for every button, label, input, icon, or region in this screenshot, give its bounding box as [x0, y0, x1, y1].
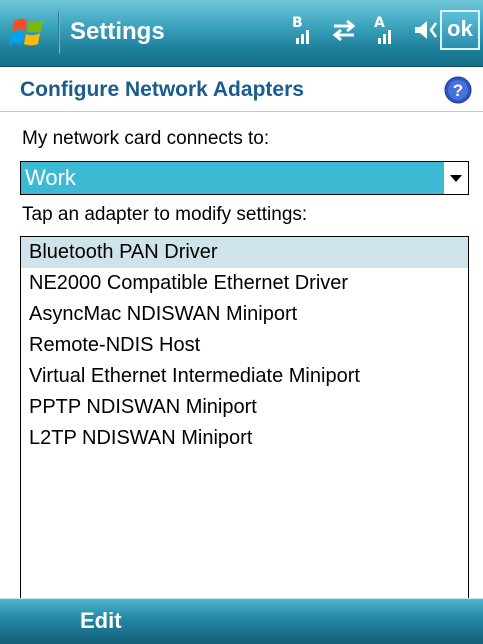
list-item[interactable]: Remote-NDIS Host	[21, 330, 468, 361]
list-item[interactable]: L2TP NDISWAN Miniport	[21, 423, 468, 454]
sync-arrows-icon[interactable]	[330, 16, 358, 49]
bluetooth-signal-icon[interactable]: B	[290, 14, 316, 51]
list-item[interactable]: Virtual Ethernet Intermediate Miniport	[21, 361, 468, 392]
windows-start-icon[interactable]	[8, 12, 50, 54]
svg-text:B: B	[292, 15, 303, 31]
title-bar: Settings B A ok	[0, 0, 483, 67]
softkey-bar: Edit	[0, 598, 483, 644]
list-item[interactable]: NE2000 Compatible Ethernet Driver	[21, 268, 468, 299]
volume-icon[interactable]	[412, 16, 442, 49]
app-title: Settings	[70, 18, 165, 45]
list-item[interactable]: Bluetooth PAN Driver	[21, 237, 468, 268]
adapter-list[interactable]: Bluetooth PAN Driver NE2000 Compatible E…	[20, 236, 469, 607]
network-selected-value[interactable]: Work	[21, 162, 444, 194]
heading-divider	[0, 111, 483, 112]
signal-icon[interactable]: A	[372, 14, 398, 51]
list-item[interactable]: AsyncMac NDISWAN Miniport	[21, 299, 468, 330]
title-separator	[58, 12, 60, 54]
list-item[interactable]: PPTP NDISWAN Miniport	[21, 392, 468, 423]
ok-button[interactable]: ok	[440, 10, 480, 50]
svg-text:A: A	[374, 15, 385, 31]
page-title: Configure Network Adapters	[20, 78, 304, 101]
svg-text:?: ?	[453, 81, 463, 100]
network-dropdown[interactable]: Work	[20, 161, 469, 195]
adapters-label: Tap an adapter to modify settings:	[22, 204, 308, 225]
edit-softkey[interactable]: Edit	[80, 605, 122, 637]
status-area[interactable]: B A	[290, 13, 456, 51]
network-label: My network card connects to:	[22, 128, 270, 149]
chevron-down-icon[interactable]	[444, 162, 468, 194]
help-icon[interactable]: ?	[444, 76, 472, 104]
